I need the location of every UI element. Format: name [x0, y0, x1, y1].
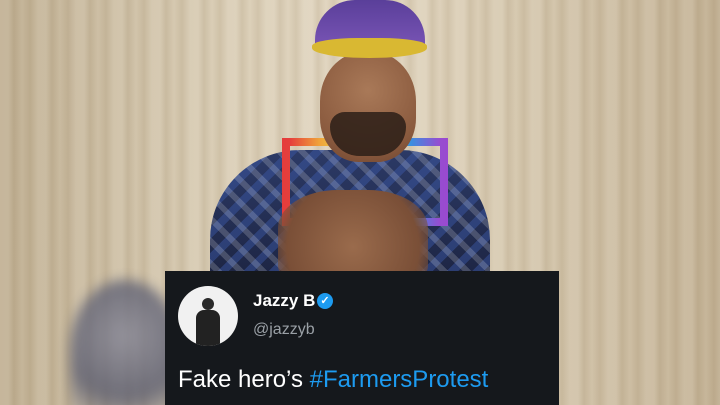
verified-badge-icon: ✓	[317, 293, 333, 309]
blurred-person	[70, 280, 180, 405]
avatar[interactable]	[178, 286, 238, 346]
hashtag-link[interactable]: #FarmersProtest	[310, 366, 489, 393]
man-figure	[200, 0, 500, 290]
tweet-card: Jazzy B ✓ @jazzyb Fake hero’s #FarmersPr…	[165, 271, 559, 405]
cap-brim	[312, 38, 427, 58]
beard	[330, 112, 406, 156]
avatar-person-icon	[196, 298, 220, 346]
user-handle[interactable]: @jazzyb	[253, 321, 315, 339]
tweet-text: Fake hero’s #FarmersProtest	[178, 366, 488, 394]
tweet-text-prefix: Fake hero’s	[178, 366, 310, 393]
display-name[interactable]: Jazzy B	[253, 291, 315, 311]
